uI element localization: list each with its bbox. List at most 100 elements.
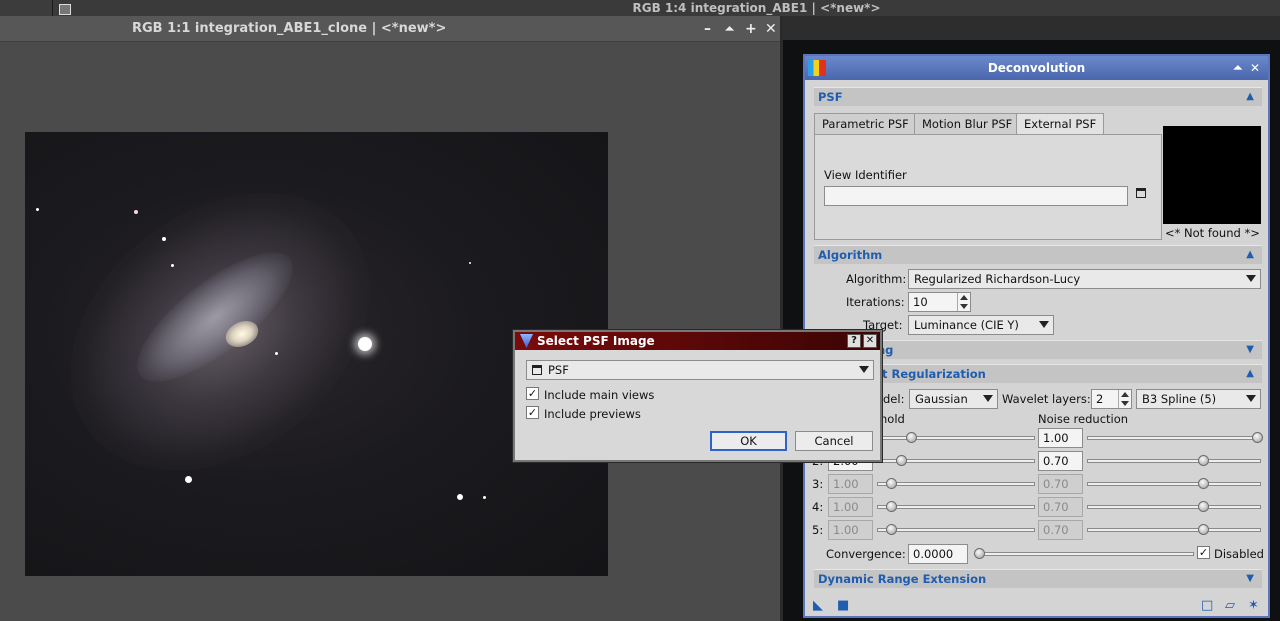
collapse-icon[interactable]: ▲ (1246, 246, 1254, 264)
tab-external-psf[interactable]: External PSF (1016, 113, 1105, 135)
iterations-spinbox[interactable]: 10 (908, 292, 971, 312)
spin-arrows-icon[interactable] (957, 293, 970, 311)
threshold-slider-2[interactable] (877, 455, 1035, 466)
tab-parametric-psf[interactable]: Parametric PSF (814, 113, 917, 135)
shade-icon[interactable]: ⏶ (1233, 56, 1242, 80)
section-psf[interactable]: PSF ▲ (814, 87, 1262, 106)
maximize-icon[interactable]: + (745, 16, 757, 42)
threshold-input-5[interactable]: 1.00 (828, 520, 873, 540)
slider-knob[interactable] (974, 548, 985, 559)
select-view-icon[interactable] (1136, 188, 1146, 198)
star (162, 237, 166, 241)
slider-knob[interactable] (886, 501, 897, 512)
noise-input-5[interactable]: 0.70 (1038, 520, 1083, 540)
window-icon (59, 4, 71, 15)
close-icon[interactable]: ✕ (863, 334, 877, 348)
expand-icon[interactable]: ▼ (1246, 570, 1254, 588)
section-dynamic-range[interactable]: Dynamic Range Extension ▼ (814, 569, 1262, 588)
include-main-views-checkbox[interactable]: ✓ (526, 387, 539, 400)
chevron-down-icon (859, 366, 869, 373)
slider-knob[interactable] (1198, 478, 1209, 489)
convergence-slider[interactable] (974, 548, 1194, 559)
slider-knob[interactable] (1198, 524, 1209, 535)
noise-slider-1[interactable] (1087, 432, 1263, 443)
iterations-label: Iterations: (846, 295, 905, 309)
browse-documentation-icon[interactable]: □ (1201, 598, 1213, 613)
new-instance-icon[interactable]: ◣ (813, 598, 823, 613)
section-psf-label: PSF (818, 90, 843, 104)
slider-knob[interactable] (886, 524, 897, 535)
help-icon[interactable]: ? (847, 334, 861, 348)
star (171, 264, 174, 267)
spin-arrows-icon[interactable] (1118, 390, 1131, 408)
noise-input-2[interactable]: 0.70 (1038, 451, 1083, 471)
expand-icon[interactable]: ▼ (1246, 341, 1254, 359)
layer-index-4: 4: (812, 500, 824, 514)
layer-index-3: 3: (812, 477, 824, 491)
noise-input-4[interactable]: 0.70 (1038, 497, 1083, 517)
noise-model-select[interactable]: Gaussian (909, 389, 998, 409)
threshold-slider-5[interactable] (877, 524, 1035, 535)
slider-knob[interactable] (886, 478, 897, 489)
star (36, 208, 39, 211)
target-select[interactable]: Luminance (CIE Y) (908, 315, 1054, 335)
wavelet-layers-label: Wavelet layers: (1002, 392, 1091, 406)
slider-knob[interactable] (1252, 432, 1263, 443)
noise-model-label: del: (883, 392, 905, 406)
deconvolution-titlebar[interactable]: Deconvolution ⏶ ✕ (805, 56, 1268, 80)
slider-knob[interactable] (1198, 455, 1209, 466)
view-identifier-input[interactable] (824, 186, 1128, 206)
section-algorithm-label: Algorithm (818, 248, 883, 262)
threshold-slider-3[interactable] (877, 478, 1035, 489)
noise-slider-2[interactable] (1087, 455, 1261, 466)
slider-knob[interactable] (1198, 501, 1209, 512)
noise-slider-5[interactable] (1087, 524, 1261, 535)
noise-slider-4[interactable] (1087, 501, 1261, 512)
dialog-titlebar[interactable]: Select PSF Image ? ✕ (515, 332, 880, 350)
convergence-input[interactable]: 0.0000 (908, 544, 968, 564)
threshold-slider-4[interactable] (877, 501, 1035, 512)
section-algorithm[interactable]: Algorithm ▲ (814, 245, 1262, 264)
slider-knob[interactable] (896, 455, 907, 466)
image-window-titlebar[interactable]: RGB 1:1 integration_ABE1_clone | <*new*>… (0, 16, 780, 42)
close-icon[interactable]: ✕ (765, 16, 777, 42)
image-window-title: RGB 1:1 integration_ABE1_clone | <*new*> (132, 21, 447, 36)
noise-slider-3[interactable] (1087, 478, 1261, 489)
ok-button[interactable]: OK (710, 431, 787, 451)
noise-input-3[interactable]: 0.70 (1038, 474, 1083, 494)
algorithm-select[interactable]: Regularized Richardson-Lucy (908, 269, 1261, 289)
psf-preview (1163, 126, 1261, 224)
reset-icon[interactable]: ✶ (1248, 598, 1259, 613)
wavelet-layers-spinbox[interactable]: 2 (1091, 389, 1132, 409)
slider-knob[interactable] (906, 432, 917, 443)
target-value: Luminance (CIE Y) (914, 318, 1019, 332)
noise-input-1[interactable]: 1.00 (1038, 428, 1083, 448)
threshold-input-4[interactable]: 1.00 (828, 497, 873, 517)
deconvolution-title: Deconvolution (987, 61, 1086, 75)
close-icon[interactable]: ✕ (1250, 56, 1260, 80)
apply-icon[interactable]: ■ (837, 598, 849, 613)
tab-motion-blur-psf[interactable]: Motion Blur PSF (914, 113, 1021, 135)
minimize-icon[interactable]: – (704, 16, 711, 42)
external-psf-tab-body: View Identifier (814, 134, 1162, 240)
background-window-title[interactable]: RGB 1:4 integration_ABE1 | <*new*> (53, 0, 1280, 16)
edit-instance-icon[interactable]: ▱ (1225, 598, 1235, 613)
disabled-label: Disabled (1214, 547, 1264, 561)
section-dynamic-range-label: Dynamic Range Extension (818, 572, 987, 586)
chevron-down-icon (983, 395, 993, 402)
collapse-icon[interactable]: ▲ (1246, 88, 1254, 106)
threshold-input-3[interactable]: 1.00 (828, 474, 873, 494)
collapse-icon[interactable]: ▲ (1246, 365, 1254, 383)
dialog-title: Select PSF Image (537, 334, 655, 348)
view-select[interactable]: PSF (526, 360, 874, 380)
threshold-slider-1[interactable] (877, 432, 1035, 443)
background-window-title-text: RGB 1:4 integration_ABE1 | <*new*> (632, 1, 881, 15)
noise-model-value: Gaussian (915, 392, 968, 406)
shade-icon[interactable]: ⏶ (725, 16, 734, 42)
include-previews-label: Include previews (544, 407, 641, 421)
cancel-button[interactable]: Cancel (795, 431, 873, 451)
include-previews-checkbox[interactable]: ✓ (526, 406, 539, 419)
disabled-checkbox[interactable]: ✓ (1197, 546, 1210, 559)
scaling-function-select[interactable]: B3 Spline (5) (1136, 389, 1261, 409)
layer-index-5: 5: (812, 523, 824, 537)
